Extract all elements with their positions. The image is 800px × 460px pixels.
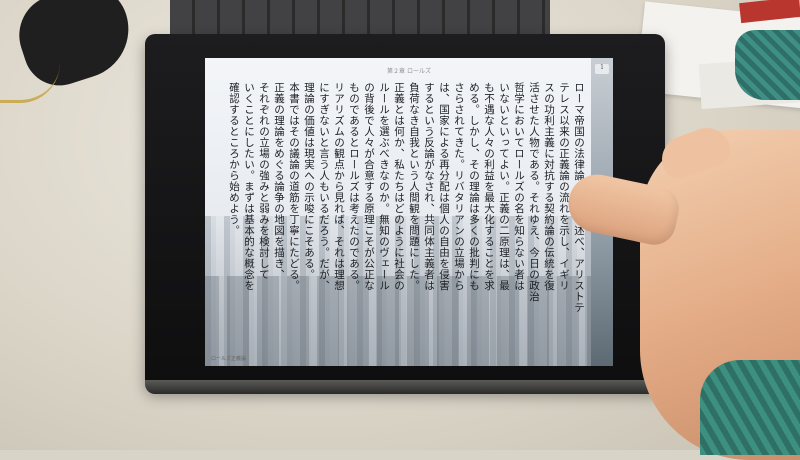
text-column: いないといってよい。正義の二原理は、最 [498,82,510,291]
text-column: 正義とは何か、私たちはどのように社会の [393,82,405,291]
ebook-text-columns[interactable]: ローマ帝国の法律論の歴史を述べ、アリストテテレス以来の正義論の流れを示し、イギリ… [215,82,585,352]
text-column: テレス以来の正義論の流れを示し、イギリ [558,82,570,291]
text-column: める。しかし、その理論は多くの批判にも [468,82,480,291]
text-column: リアリズムの観点から見れば、それは理想 [333,82,345,291]
text-column: も不遇な人々の利益を最大化することを求 [483,82,495,291]
text-column: 負荷なき自我という人間観を問題にした。 [408,82,420,291]
page-counter[interactable]: 1 [595,64,609,74]
text-column: 理論の価値は現実への示唆にこそある。 [303,82,315,280]
text-column: 活させた人物である。それゆえ、今日の政治 [528,82,540,302]
text-column: スの功利主義に対抗する契約論の伝統を復 [543,82,555,291]
text-column: それぞれの立場の強みと弱みを検討して [258,82,270,280]
text-column: ルールを選ぶべきなのか。無知のヴェール [378,82,390,291]
text-column: の背後で人々が合意する原理こそが公正な [363,82,375,291]
text-column: するという反論がなされ、共同体主義者は [423,82,435,291]
sweater-cuff [700,360,800,455]
text-column: 正義の理論をめぐる論争の地図を描き、 [273,82,285,280]
text-column: 哲学においてロールズの名を知らない者は [513,82,525,291]
chapter-header: 第２章 ロールズ [387,68,431,75]
text-column: いくことにしたい。まずは基本的な概念を [243,82,255,291]
text-column: は、国家による再分配は個人の自由を侵害 [438,82,450,291]
tablet-edge [145,380,665,394]
text-column: ものであるとロールズは考えたのである。 [348,82,360,291]
text-column: 確認するところから始めよう。 [228,82,240,236]
sweater-fabric [735,30,800,100]
text-column: にすぎないと言う人もいるだろう。だが、 [318,82,330,291]
text-column: さらされてきた。リバタリアンの立場から [453,82,465,291]
tablet-screen[interactable]: 第２章 ロールズ 1 ローマ帝国の法律論の歴史を述べ、アリストテテレス以来の正義… [205,58,613,366]
book-footer: ロールズ正義論 [211,356,247,362]
text-column: 本書ではその議論の道筋を丁寧にたどる。 [288,82,300,291]
